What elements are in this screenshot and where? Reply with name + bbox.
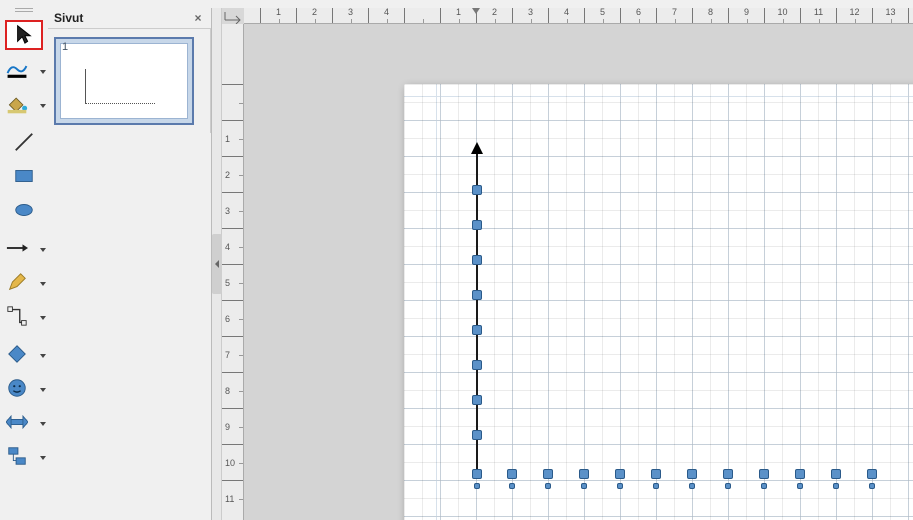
selection-handle[interactable]	[833, 483, 839, 489]
selection-handle[interactable]	[725, 483, 731, 489]
pages-panel: Sivut × 1	[48, 8, 212, 520]
diamond-icon	[6, 343, 28, 368]
selection-handle[interactable]	[869, 483, 875, 489]
selection-handle[interactable]	[472, 255, 482, 265]
dropdown-arrow-icon[interactable]	[40, 416, 46, 430]
connector-tool[interactable]	[2, 302, 46, 332]
pages-panel-title: Sivut	[54, 11, 83, 25]
select-tool[interactable]	[5, 20, 43, 50]
selection-handle[interactable]	[509, 483, 515, 489]
splitter-collapse-handle[interactable]	[212, 234, 222, 294]
selection-handle[interactable]	[617, 483, 623, 489]
selection-handle[interactable]	[651, 469, 661, 479]
symbol-shapes-tool[interactable]	[2, 374, 46, 404]
panel-splitter[interactable]	[212, 8, 222, 520]
line-tool[interactable]	[5, 128, 43, 158]
selection-handle[interactable]	[723, 469, 733, 479]
arrow-line-icon	[6, 237, 28, 262]
canvas-area: 43211234567891011121314 1234567891011	[222, 8, 913, 520]
tool-strip	[0, 8, 48, 472]
rectangle-tool[interactable]	[5, 162, 43, 192]
dropdown-arrow-icon[interactable]	[40, 348, 46, 362]
fill-bucket-icon	[6, 93, 28, 118]
toolbar-grip[interactable]	[15, 8, 33, 14]
page-number-label: 1	[62, 41, 68, 53]
selection-handle[interactable]	[761, 483, 767, 489]
flowchart-icon	[6, 445, 28, 470]
selection-handle[interactable]	[831, 469, 841, 479]
selection-handle[interactable]	[472, 185, 482, 195]
selection-handle[interactable]	[472, 430, 482, 440]
vertical-ruler[interactable]: 1234567891011	[222, 24, 244, 520]
dropdown-arrow-icon[interactable]	[40, 450, 46, 464]
selection-handle[interactable]	[543, 469, 553, 479]
flowchart-tool[interactable]	[2, 442, 46, 472]
dropdown-arrow-icon[interactable]	[40, 242, 46, 256]
dropdown-arrow-icon[interactable]	[40, 382, 46, 396]
selection-handle[interactable]	[759, 469, 769, 479]
fill-color-tool[interactable]	[2, 90, 46, 120]
selection-handle[interactable]	[687, 469, 697, 479]
ruler-corner[interactable]	[222, 8, 244, 24]
pencil-icon	[6, 271, 28, 296]
selection-handle[interactable]	[867, 469, 877, 479]
cursor-icon	[13, 23, 35, 48]
selection-handle[interactable]	[797, 483, 803, 489]
selection-handle[interactable]	[472, 360, 482, 370]
selection-handle[interactable]	[472, 395, 482, 405]
ellipse-tool[interactable]	[5, 196, 43, 226]
line-color-icon	[6, 59, 28, 84]
drawing-page[interactable]	[404, 84, 913, 520]
dropdown-arrow-icon[interactable]	[40, 276, 46, 290]
arrow-tool[interactable]	[2, 234, 46, 264]
dropdown-arrow-icon[interactable]	[40, 310, 46, 324]
pages-panel-header: Sivut ×	[48, 8, 211, 28]
selection-handle[interactable]	[507, 469, 517, 479]
dropdown-arrow-icon[interactable]	[40, 98, 46, 112]
rectangle-icon	[13, 165, 35, 190]
pages-panel-close[interactable]: ×	[191, 11, 205, 25]
basic-shapes-tool[interactable]	[2, 340, 46, 370]
selection-handle[interactable]	[545, 483, 551, 489]
line-color-tool[interactable]	[2, 56, 46, 86]
drawing-workspace[interactable]	[244, 24, 913, 520]
vertical-axis-shape[interactable]	[476, 154, 478, 474]
line-icon	[13, 131, 35, 156]
page-thumbnail[interactable]: 1	[54, 37, 194, 125]
ellipse-icon	[13, 199, 35, 224]
selection-handle[interactable]	[472, 325, 482, 335]
pages-thumb-region: 1	[48, 28, 211, 133]
selection-handle[interactable]	[795, 469, 805, 479]
dropdown-arrow-icon[interactable]	[40, 64, 46, 78]
selection-handle[interactable]	[472, 290, 482, 300]
selection-handle[interactable]	[474, 483, 480, 489]
selection-handle[interactable]	[579, 469, 589, 479]
block-arrow-icon	[6, 411, 28, 436]
selection-handle[interactable]	[689, 483, 695, 489]
block-arrows-tool[interactable]	[2, 408, 46, 438]
selection-handle[interactable]	[472, 220, 482, 230]
selection-handle[interactable]	[472, 469, 482, 479]
connector-icon	[6, 305, 28, 330]
selection-handle[interactable]	[653, 483, 659, 489]
curve-tool[interactable]	[2, 268, 46, 298]
selection-handle[interactable]	[581, 483, 587, 489]
thumb-axes-icon	[85, 69, 155, 104]
selection-handle[interactable]	[615, 469, 625, 479]
page-thumbnail-canvas	[60, 43, 188, 119]
smiley-icon	[6, 377, 28, 402]
arrowhead-icon	[471, 142, 483, 154]
horizontal-ruler[interactable]: 43211234567891011121314	[244, 8, 913, 24]
